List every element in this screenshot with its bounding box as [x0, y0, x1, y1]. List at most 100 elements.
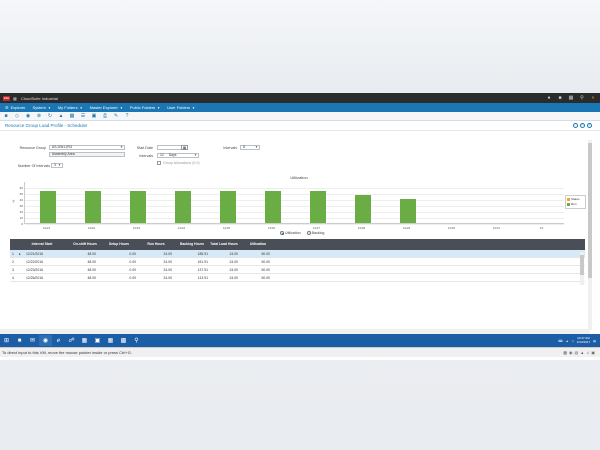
column-header-onshift-hours[interactable]: On-shift Hours: [70, 239, 100, 250]
notifications-icon[interactable]: ▤: [593, 339, 596, 343]
page-title: Resource Group Load Profile - Scheduler: [5, 123, 88, 128]
chart-bar[interactable]: [39, 190, 56, 223]
resource-group-value: AS-DW-LIRG: [52, 145, 73, 149]
menu-user-folders[interactable]: User Folders ▼: [167, 105, 195, 110]
page-scrollbar-thumb[interactable]: [588, 143, 592, 278]
backlog-radio-dot[interactable]: [306, 231, 311, 235]
chart-bar[interactable]: [129, 190, 146, 223]
num-utilizations-stepper[interactable]: 3 ▼: [51, 163, 63, 168]
column-header-run-hours[interactable]: Run Hours: [138, 239, 174, 250]
chart-bar[interactable]: [399, 199, 416, 223]
hdd-icon[interactable]: ▩: [563, 350, 567, 355]
utilization-radio-dot[interactable]: [280, 231, 284, 235]
utilization-radio[interactable]: Utilization: [280, 231, 301, 235]
chart-bar[interactable]: [174, 190, 191, 223]
save-icon[interactable]: ◉: [25, 113, 31, 119]
chart-bar[interactable]: [84, 190, 101, 223]
table-row[interactable]: 4 12/26/2016 48.00 0.00 24.00 113.91 24.00 50.0…: [10, 274, 585, 282]
display-icon[interactable]: ▣: [591, 350, 595, 355]
table-row[interactable]: 2 12/22/2016 48.00 0.00 24.00 161.91 24.00 50.0…: [10, 258, 585, 266]
cell-row-number: 2: [12, 260, 14, 264]
tools-icon[interactable]: ✎: [113, 113, 119, 119]
search-app-icon[interactable]: ⚲: [130, 335, 143, 346]
filter-icon[interactable]: ▲: [58, 113, 64, 119]
help-icon[interactable]: ?: [124, 113, 130, 119]
ie-icon[interactable]: ℯ: [52, 335, 65, 346]
cell-interval-start: 12/22/2016: [26, 260, 43, 264]
menu-explorer[interactable]: ☰ Explorer: [5, 105, 26, 110]
sound-icon[interactable]: ♫: [586, 350, 589, 355]
clock[interactable]: 10:47 AM 2/13/2017: [576, 336, 591, 344]
app-grid-icon[interactable]: ▦: [13, 96, 18, 101]
menu-master-explorer[interactable]: Master Explorer ▼: [90, 105, 123, 110]
file-explorer-icon[interactable]: ■: [13, 335, 26, 346]
network-tray-icon[interactable]: ▲: [566, 339, 569, 343]
group-allocations-label: Group Allocations (9.0): [163, 161, 200, 165]
chevron-down-icon: ▼: [255, 145, 258, 149]
close-icon[interactable]: ×: [587, 123, 592, 128]
menu-my-folders[interactable]: My Folders ▼: [58, 105, 83, 110]
backlog-radio[interactable]: Backlog: [306, 231, 324, 235]
cell-interval-start: 12/26/2016: [26, 276, 43, 280]
cell-row-number: 4: [12, 276, 14, 280]
start-date-input[interactable]: [157, 145, 183, 150]
page-scrollbar[interactable]: [588, 140, 592, 330]
cell-onshift-hours: 48.00: [87, 260, 97, 264]
excel-alt-icon[interactable]: ▦: [104, 335, 117, 346]
collapse-icon[interactable]: «: [590, 95, 596, 101]
messages-icon[interactable]: ■: [557, 95, 563, 101]
apps-icon[interactable]: ▦: [568, 95, 574, 101]
group-allocations-checkbox[interactable]: [157, 161, 161, 165]
column-header-setup-hours[interactable]: Setup Hours: [100, 239, 138, 250]
list-icon[interactable]: ☰: [80, 113, 86, 119]
maximize-icon[interactable]: □: [580, 123, 585, 128]
cmd-icon[interactable]: ▩: [117, 335, 130, 346]
table-scrollbar-thumb[interactable]: [580, 255, 584, 275]
chart-bar[interactable]: [309, 190, 326, 223]
column-header-total-load-hours[interactable]: Total Load Hours: [208, 239, 240, 250]
column-header-interval-start[interactable]: Interval Start: [24, 239, 60, 250]
minimize-icon[interactable]: −: [573, 123, 578, 128]
menu-public-folders[interactable]: Public Folders ▼: [130, 105, 160, 110]
calendar-icon[interactable]: ▦: [181, 145, 188, 150]
outlook-icon[interactable]: ✉: [26, 335, 39, 346]
menu-my-folders-label: My Folders: [57, 105, 78, 110]
chrome-icon[interactable]: ◉: [39, 335, 52, 346]
resource-group-select[interactable]: AS-DW-LIRG ▼: [49, 145, 125, 150]
vm-window[interactable]: infor ▦ CloudSuite Industrial ● ■ ▦ ⚲ « …: [0, 93, 600, 360]
cell-row-number: 3: [12, 268, 14, 272]
cell-backlog-hours: 113.91: [197, 276, 208, 280]
table-scrollbar[interactable]: [580, 252, 584, 285]
first-record-icon[interactable]: ◇: [14, 113, 20, 119]
usb-icon[interactable]: ▲: [580, 350, 584, 355]
search-icon[interactable]: ⚲: [579, 95, 585, 101]
clock-date: 2/13/2017: [576, 339, 591, 344]
intervals-select[interactable]: 12 Days ▼: [157, 153, 199, 158]
chart-bar[interactable]: [219, 190, 236, 223]
chart-bar[interactable]: [354, 195, 371, 223]
project-icon[interactable]: ▣: [91, 335, 104, 346]
user-icon[interactable]: ●: [546, 95, 552, 101]
open-folder-icon[interactable]: ■: [3, 113, 9, 119]
grid-icon[interactable]: ▦: [69, 113, 75, 119]
delete-icon[interactable]: ⊗: [36, 113, 42, 119]
table-row[interactable]: 1 ▸ 12/21/2016 48.00 0.00 24.00 185.91 24.00 50.…: [10, 250, 585, 258]
cell-utilization: 50.00: [261, 268, 271, 272]
column-header-utilization[interactable]: Utilization: [240, 239, 276, 250]
windows-start-icon[interactable]: ⊞: [0, 335, 13, 346]
table-row[interactable]: 3 12/23/2016 48.00 0.00 24.00 137.91 24.00 50.0…: [10, 266, 585, 274]
chart-bar[interactable]: [264, 190, 281, 223]
menu-system[interactable]: System ▼: [33, 105, 51, 110]
network-adapter-icon[interactable]: ▤: [574, 350, 578, 355]
volume-icon[interactable]: ♫: [572, 339, 574, 343]
column-header-backlog-hours[interactable]: Backlog Hours: [174, 239, 210, 250]
copy-icon[interactable]: ▣: [91, 113, 97, 119]
interval-size-select[interactable]: 8 ▼: [240, 145, 260, 150]
network-icon[interactable]: ☍: [65, 335, 78, 346]
refresh-icon[interactable]: ↻: [47, 113, 53, 119]
excel-icon[interactable]: ▦: [78, 335, 91, 346]
keyboard-icon[interactable]: ⌨: [558, 339, 562, 343]
system-tray: ⌨ ▲ ♫ 10:47 AM 2/13/2017 ▤: [558, 336, 596, 344]
print-icon[interactable]: ⎙: [102, 113, 108, 119]
cd-icon[interactable]: ◉: [569, 350, 573, 355]
